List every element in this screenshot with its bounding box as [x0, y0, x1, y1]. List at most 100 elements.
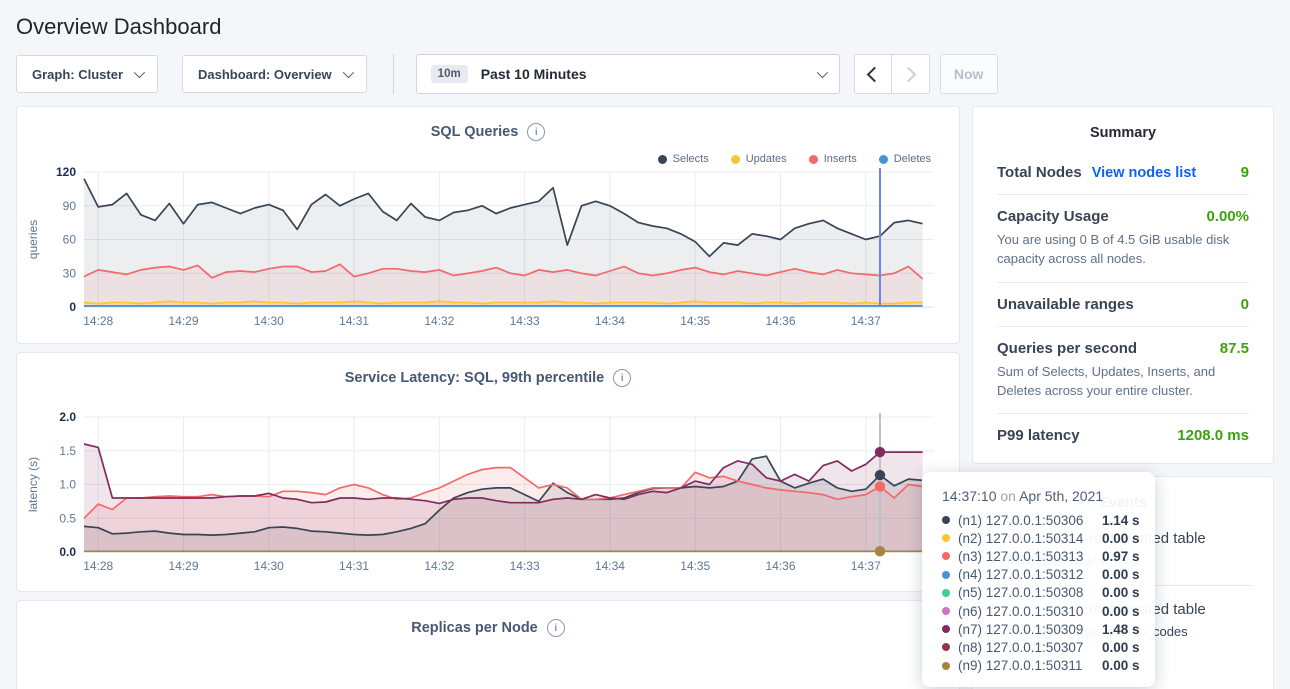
legend-label: Inserts — [824, 153, 857, 165]
metric-description: Sum of Selects, Updates, Inserts, and De… — [997, 363, 1249, 401]
hover-dot-(n9) 127.0.0.1:50311 — [875, 546, 885, 556]
x-tick-label: 14:30 — [254, 314, 284, 328]
time-next-button[interactable] — [892, 54, 930, 94]
service-latency-chart[interactable]: 14:2814:2914:3014:3114:3214:3314:3414:35… — [17, 408, 959, 578]
metric-value: 0.00% — [1206, 208, 1249, 225]
tooltip-node-name: (n8) 127.0.0.1:50307 — [958, 640, 1098, 655]
tooltip-node-row: (n1) 127.0.0.1:503061.14 s — [942, 511, 1155, 529]
x-tick-label: 14:37 — [851, 559, 881, 573]
chevron-down-icon — [816, 67, 827, 78]
tooltip-node-row: (n9) 127.0.0.1:503110.00 s — [942, 657, 1155, 675]
tooltip-node-name: (n3) 127.0.0.1:50313 — [958, 549, 1098, 564]
x-tick-label: 14:29 — [168, 559, 198, 573]
info-icon[interactable]: i — [547, 619, 565, 637]
x-tick-label: 14:28 — [83, 314, 113, 328]
y-tick-label: 1.0 — [59, 478, 76, 492]
x-tick-label: 14:30 — [254, 559, 284, 573]
tooltip-node-name: (n6) 127.0.0.1:50310 — [958, 604, 1098, 619]
dashboard-controls: Graph: Cluster Dashboard: Overview 10m P… — [16, 54, 1274, 94]
node-color-dot-icon — [942, 625, 950, 633]
legend-item-selects[interactable]: Selects — [658, 153, 709, 165]
view-nodes-list-link[interactable]: View nodes list — [1092, 165, 1197, 181]
chevron-down-icon — [342, 67, 353, 78]
y-tick-label: 0 — [69, 300, 76, 314]
x-tick-label: 14:36 — [765, 314, 795, 328]
node-color-dot-icon — [942, 534, 950, 542]
x-tick-label: 14:31 — [339, 559, 369, 573]
metric-label: Unavailable ranges — [997, 296, 1134, 313]
info-icon[interactable]: i — [527, 123, 545, 141]
dashboard-dropdown[interactable]: Dashboard: Overview — [182, 55, 367, 93]
tooltip-node-value: 0.00 s — [1102, 567, 1140, 582]
node-color-dot-icon — [942, 552, 950, 560]
metric-unavailable-ranges: Unavailable ranges 0 — [997, 282, 1249, 326]
metric-total-nodes: Total Nodes View nodes list 9 — [997, 151, 1249, 194]
x-tick-label: 14:33 — [510, 314, 540, 328]
y-tick-label: 0.0 — [59, 545, 76, 559]
time-range-dropdown[interactable]: 10m Past 10 Minutes — [416, 54, 840, 94]
tooltip-node-row: (n6) 127.0.0.1:503100.00 s — [942, 602, 1155, 620]
legend-item-inserts[interactable]: Inserts — [809, 153, 857, 165]
legend-item-updates[interactable]: Updates — [731, 153, 787, 165]
chevron-down-icon — [134, 67, 145, 78]
x-tick-label: 14:34 — [595, 559, 625, 573]
hover-dot-(n3) 127.0.0.1:50313 — [875, 481, 885, 491]
x-tick-label: 14:31 — [339, 314, 369, 328]
tooltip-node-row: (n8) 127.0.0.1:503070.00 s — [942, 638, 1155, 656]
tooltip-node-value: 1.14 s — [1102, 513, 1140, 528]
metric-queries-per-second: Queries per second 87.5 Sum of Selects, … — [997, 326, 1249, 414]
y-tick-label: 60 — [63, 233, 77, 247]
graph-scope-dropdown[interactable]: Graph: Cluster — [16, 55, 158, 93]
tooltip-node-name: (n2) 127.0.0.1:50314 — [958, 531, 1098, 546]
y-axis-label: latency (s) — [26, 457, 40, 512]
tooltip-node-row: (n2) 127.0.0.1:50314 0.00 s — [942, 529, 1155, 547]
tooltip-node-value: 0.97 s — [1102, 549, 1140, 564]
chevron-left-icon — [866, 66, 882, 82]
x-tick-label: 14:32 — [424, 559, 454, 573]
dashboard-label: Dashboard: Overview — [198, 67, 332, 82]
summary-title: Summary — [997, 125, 1249, 141]
x-tick-label: 14:35 — [680, 559, 710, 573]
time-prev-button[interactable] — [854, 54, 892, 94]
metric-value: 1208.0 ms — [1177, 427, 1249, 444]
legend-label: Deletes — [894, 153, 931, 165]
x-tick-label: 14:33 — [510, 559, 540, 573]
node-color-dot-icon — [942, 662, 950, 670]
y-tick-label: 2.0 — [59, 410, 76, 424]
tooltip-on: on — [1000, 488, 1016, 504]
chart-legend: Selects Updates Inserts Deletes — [658, 153, 931, 165]
x-tick-label: 14:32 — [424, 314, 454, 328]
now-button[interactable]: Now — [940, 54, 998, 94]
graph-scope-label: Graph: Cluster — [32, 67, 123, 82]
tooltip-node-name: (n4) 127.0.0.1:50312 — [958, 567, 1098, 582]
chart-title-row: Service Latency: SQL, 99th percentile i — [17, 369, 959, 387]
chart-title: Replicas per Node — [411, 620, 538, 636]
info-icon[interactable]: i — [613, 369, 631, 387]
tooltip-node-name: (n7) 127.0.0.1:50309 — [958, 622, 1098, 637]
tooltip-node-row: (n7) 127.0.0.1:503091.48 s — [942, 620, 1155, 638]
sql-queries-chart[interactable]: 14:2814:2914:3014:3114:3214:3314:3414:35… — [17, 163, 959, 333]
hover-dot-(n7) 127.0.0.1:50309 — [875, 447, 885, 457]
node-color-dot-icon — [942, 607, 950, 615]
time-range-badge: 10m — [431, 65, 468, 83]
tooltip-node-value: 0.00 s — [1102, 585, 1140, 600]
node-color-dot-icon — [942, 516, 950, 524]
x-tick-label: 14:34 — [595, 314, 625, 328]
controls-divider — [393, 54, 394, 94]
legend-item-deletes[interactable]: Deletes — [879, 153, 931, 165]
legend-label: Selects — [673, 153, 709, 165]
tooltip-date: Apr 5th, 2021 — [1019, 488, 1103, 504]
tooltip-node-value: 0.00 s — [1102, 531, 1140, 546]
chart-title-row: Replicas per Node i — [17, 619, 959, 637]
metric-value: 0 — [1241, 296, 1249, 313]
tooltip-time: 14:37:10 — [942, 488, 997, 504]
hover-dot-(n1) 127.0.0.1:50306 — [875, 470, 885, 480]
chevron-right-icon — [901, 66, 917, 82]
tooltip-rows: (n1) 127.0.0.1:503061.14 s(n2) 127.0.0.1… — [942, 511, 1155, 675]
chart-title-row: SQL Queries i — [17, 123, 959, 141]
y-tick-label: 120 — [56, 165, 76, 179]
y-tick-label: 1.5 — [59, 444, 76, 458]
metric-label: Queries per second — [997, 340, 1137, 357]
overview-dashboard-page: Overview Dashboard Graph: Cluster Dashbo… — [0, 0, 1290, 689]
legend-dot-icon — [658, 155, 667, 164]
